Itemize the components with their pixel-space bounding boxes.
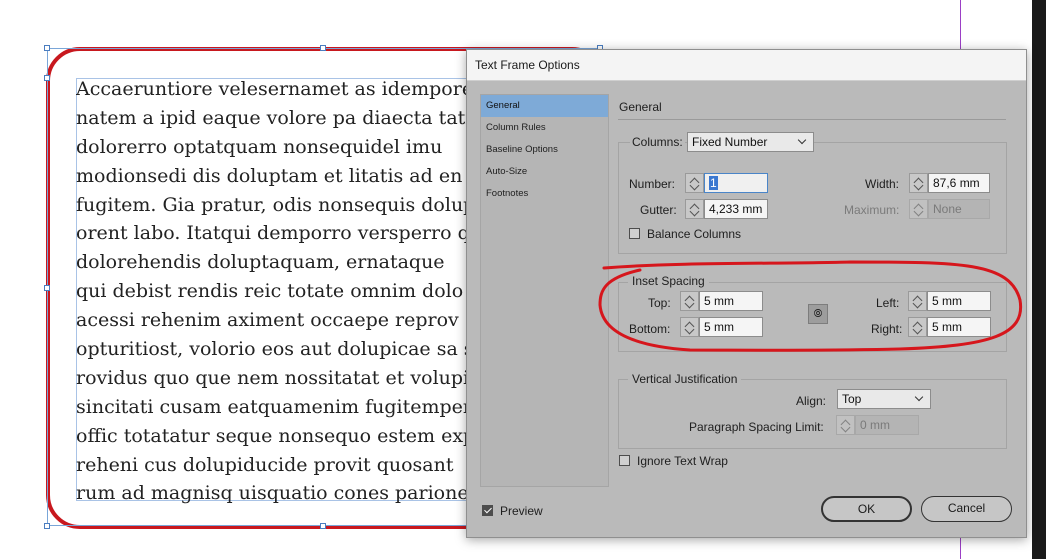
ok-button[interactable]: OK <box>821 496 912 522</box>
text-line: acessi rehenim aximent occaepe reprov <box>76 309 459 332</box>
columns-mode-value: Fixed Number <box>692 135 768 149</box>
preview-checkbox[interactable] <box>482 505 493 516</box>
balance-columns-checkbox[interactable] <box>629 228 640 239</box>
align-dropdown[interactable]: Top <box>837 389 931 409</box>
maximum-field: None <box>928 199 990 219</box>
paragraph-spacing-limit-label: Paragraph Spacing Limit: <box>689 420 824 434</box>
inset-right-field[interactable]: 5 mm <box>927 317 991 337</box>
inset-left-stepper[interactable] <box>908 291 927 311</box>
width-label: Width: <box>865 177 900 191</box>
gutter-field[interactable]: 4,233 mm <box>704 199 768 219</box>
balance-columns-label: Balance Columns <box>647 227 742 241</box>
width-stepper[interactable] <box>909 173 928 193</box>
maximum-label: Maximum: <box>844 203 900 217</box>
body-text[interactable]: Accaeruntiore velesernamet as idempore n… <box>76 75 471 508</box>
paragraph-spacing-stepper <box>836 415 855 435</box>
text-line: qui debist rendis reic totate omnim dolo <box>76 280 464 303</box>
columns-mode-dropdown[interactable]: Fixed Number <box>687 132 814 152</box>
chevron-down-icon <box>914 392 924 402</box>
resize-handle-top-center[interactable] <box>320 45 326 51</box>
chain-link-icon[interactable]: ⦾ <box>808 304 828 324</box>
inset-top-label: Top: <box>648 296 671 310</box>
inset-top-field[interactable]: 5 mm <box>699 291 763 311</box>
text-line: orent labo. Itatqui demporro versperro q… <box>76 222 471 245</box>
page-edge <box>1032 0 1046 559</box>
text-line: dolorehendis doluptaquam, ernataque <box>76 251 445 274</box>
text-line: rovidus quo que nem nossitatat et volupi… <box>76 366 471 389</box>
inset-top-stepper[interactable] <box>680 291 699 311</box>
section-divider <box>618 119 1006 120</box>
ignore-text-wrap-label: Ignore Text Wrap <box>637 454 728 468</box>
dialog-titlebar[interactable]: Text Frame Options <box>467 50 1026 81</box>
inset-left-label: Left: <box>876 296 900 310</box>
text-line: opturitiost, volorio eos aut dolupicae s… <box>76 338 471 361</box>
columns-label: Columns: <box>630 135 685 149</box>
gutter-label: Gutter: <box>640 203 677 217</box>
maximum-stepper <box>909 199 928 219</box>
chevron-down-icon <box>797 135 807 145</box>
text-line: fugitem. Gia pratur, odis nonsequis dolu… <box>76 193 471 216</box>
inset-right-stepper[interactable] <box>908 317 927 337</box>
text-frame-in-port[interactable] <box>44 75 50 81</box>
dialog-title: Text Frame Options <box>475 58 580 72</box>
inset-spacing-legend: Inset Spacing <box>628 274 709 288</box>
text-line: modionsedi dis doluptam et litatis ad en <box>76 164 463 187</box>
text-line: dolorerro optatquam nonsequidel imu <box>76 135 443 158</box>
number-field[interactable]: 1 <box>704 173 768 193</box>
vertical-justification-group <box>618 379 1007 449</box>
inset-bottom-label: Bottom: <box>629 322 671 336</box>
text-line: natem a ipid eaque volore pa diaecta tat… <box>76 106 471 129</box>
resize-handle-top-left[interactable] <box>44 45 50 51</box>
ignore-text-wrap-checkbox[interactable] <box>619 455 630 466</box>
width-field[interactable]: 87,6 mm <box>928 173 990 193</box>
gutter-stepper[interactable] <box>685 199 704 219</box>
text-frame-options-dialog: Text Frame Options General Column Rules … <box>466 49 1027 538</box>
inset-left-field[interactable]: 5 mm <box>927 291 991 311</box>
vertical-justification-legend: Vertical Justification <box>628 372 742 386</box>
inset-right-label: Right: <box>871 322 903 336</box>
nav-item-column-rules[interactable]: Column Rules <box>481 117 608 139</box>
align-label: Align: <box>796 394 827 408</box>
nav-item-footnotes[interactable]: Footnotes <box>481 183 608 205</box>
nav-item-general[interactable]: General <box>481 95 608 117</box>
number-stepper[interactable] <box>685 173 704 193</box>
paragraph-spacing-field: 0 mm <box>855 415 919 435</box>
nav-item-auto-size[interactable]: Auto-Size <box>481 161 608 183</box>
inset-bottom-stepper[interactable] <box>680 317 699 337</box>
align-value: Top <box>842 392 862 406</box>
text-line: rum ad magnisq uisquatio cones parione <box>76 482 469 505</box>
section-title: General <box>619 100 662 114</box>
dialog-nav: General Column Rules Baseline Options Au… <box>480 94 609 487</box>
number-value: 1 <box>709 176 718 190</box>
preview-label: Preview <box>500 504 543 518</box>
number-label: Number: <box>629 177 676 191</box>
inset-bottom-field[interactable]: 5 mm <box>699 317 763 337</box>
text-line: offic totatatur seque nonsequo estem exp <box>76 424 471 447</box>
resize-handle-bottom-center[interactable] <box>320 523 326 529</box>
text-line: reheni cus dolupiducide provit quosant <box>76 453 454 476</box>
cancel-button[interactable]: Cancel <box>921 496 1012 522</box>
resize-handle-mid-left[interactable] <box>44 285 50 291</box>
nav-item-baseline-options[interactable]: Baseline Options <box>481 139 608 161</box>
text-line: Accaeruntiore velesernamet as idempore <box>76 78 471 100</box>
resize-handle-bottom-left[interactable] <box>44 523 50 529</box>
text-line: sincitati cusam eatquamenim fugitemper <box>76 395 471 418</box>
